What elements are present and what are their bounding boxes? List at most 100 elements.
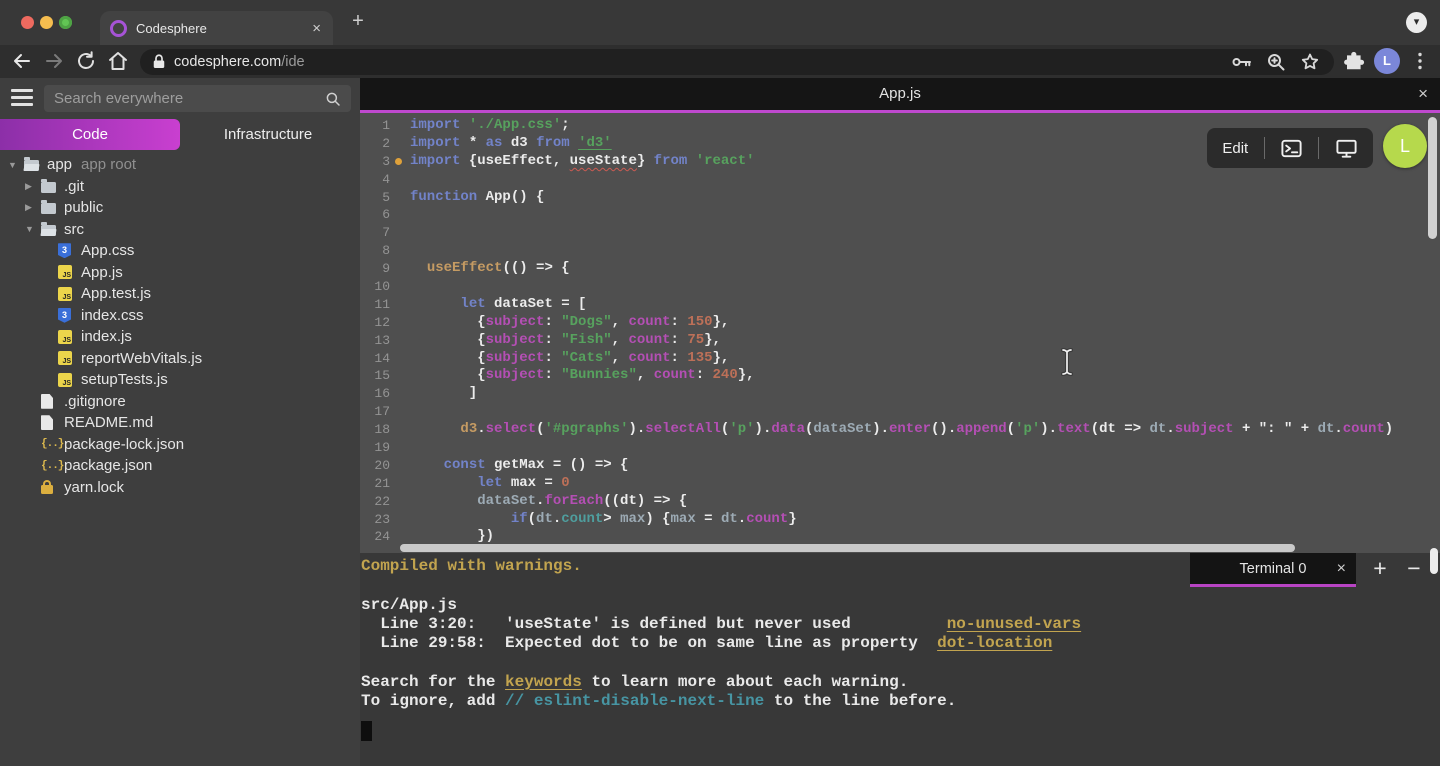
new-tab-button[interactable]: +	[346, 9, 370, 33]
home-button[interactable]	[106, 49, 130, 73]
tree-item-app-test-js[interactable]: JSApp.test.js	[0, 283, 360, 305]
terminal-link[interactable]: dot-location	[937, 634, 1052, 652]
preview-monitor-icon[interactable]	[1335, 137, 1358, 160]
code-line[interactable]: 14 {subject: "Cats", count: 135},	[360, 350, 1440, 368]
line-number: 10	[360, 278, 390, 296]
css-icon: 3	[58, 243, 75, 258]
minimize-window-icon[interactable]	[40, 16, 53, 29]
css-icon: 3	[58, 308, 75, 323]
edit-mode-button[interactable]: Edit	[1222, 140, 1248, 157]
code-line[interactable]: 9 useEffect(() => {	[360, 260, 1440, 278]
code-line[interactable]: 4	[360, 171, 1440, 189]
code-editor[interactable]: 1import './App.css';2import * as d3 from…	[360, 113, 1440, 553]
code-line[interactable]: 5function App() {	[360, 189, 1440, 207]
vertical-scrollbar[interactable]	[1428, 117, 1437, 239]
tree-item--gitignore[interactable]: .gitignore	[0, 391, 360, 413]
code-line[interactable]: 6	[360, 206, 1440, 224]
chevron-expanded-icon[interactable]: ▼	[8, 160, 24, 170]
chevron-expanded-icon[interactable]: ▼	[25, 224, 41, 234]
terminal-panel[interactable]: Compiled with warnings.src/App.js Line 3…	[360, 553, 1440, 766]
horizontal-scrollbar[interactable]	[400, 544, 1295, 552]
terminal-tab[interactable]: Terminal 0 ×	[1190, 553, 1356, 584]
terminal-line: Search for the keywords to learn more ab…	[361, 673, 1081, 692]
downloads-chevron-icon[interactable]: ▾	[1406, 12, 1427, 33]
tree-item-readme-md[interactable]: README.md	[0, 412, 360, 434]
forward-button[interactable]	[42, 49, 66, 73]
tab-code[interactable]: Code	[0, 119, 180, 150]
tree-item-index-js[interactable]: JSindex.js	[0, 326, 360, 348]
browser-menu-dots-icon[interactable]	[1408, 49, 1432, 73]
code-line[interactable]: 8	[360, 242, 1440, 260]
editor-close-icon[interactable]: ×	[1414, 78, 1432, 110]
close-window-icon[interactable]	[21, 16, 34, 29]
tab-infrastructure[interactable]: Infrastructure	[180, 119, 356, 150]
tree-item-setuptests-js[interactable]: JSsetupTests.js	[0, 369, 360, 391]
tree-item-public[interactable]: ▶public	[0, 197, 360, 219]
terminal-link[interactable]: no-unused-vars	[947, 615, 1081, 633]
lock-icon[interactable]	[150, 53, 168, 71]
code-line[interactable]: 11 let dataSet = [	[360, 296, 1440, 314]
code-text: d3.select('#pgraphs').selectAll('p').dat…	[410, 421, 1393, 439]
tree-item-app-css[interactable]: 3App.css	[0, 240, 360, 262]
browser-tab[interactable]: Codesphere ×	[100, 11, 333, 45]
user-avatar[interactable]: L	[1383, 124, 1427, 168]
terminal-link[interactable]: keywords	[505, 673, 582, 691]
code-line[interactable]: 13 {subject: "Fish", count: 75},	[360, 332, 1440, 350]
tab-close-icon[interactable]: ×	[310, 20, 323, 37]
tree-item--git[interactable]: ▶.git	[0, 176, 360, 198]
code-line[interactable]: 19	[360, 439, 1440, 457]
folder-open-icon	[24, 158, 41, 171]
code-line[interactable]: 17	[360, 403, 1440, 421]
code-line[interactable]: 21 let max = 0	[360, 475, 1440, 493]
hamburger-menu-icon[interactable]	[11, 89, 33, 107]
search-icon[interactable]	[324, 90, 342, 108]
tree-item-app-js[interactable]: JSApp.js	[0, 262, 360, 284]
chevron-collapsed-icon[interactable]: ▶	[25, 202, 41, 213]
fullscreen-window-icon[interactable]	[59, 16, 72, 29]
code-line[interactable]: 22 dataSet.forEach((dt) => {	[360, 493, 1440, 511]
code-line[interactable]: 7	[360, 224, 1440, 242]
editor-tab-appjs[interactable]: App.js	[360, 78, 1440, 110]
code-line[interactable]: 18 d3.select('#pgraphs').selectAll('p').…	[360, 421, 1440, 439]
bookmark-star-icon[interactable]	[1298, 50, 1322, 74]
tree-item-index-css[interactable]: 3index.css	[0, 305, 360, 327]
line-number: 9	[360, 260, 390, 278]
back-button[interactable]	[10, 49, 34, 73]
code-line[interactable]: 12 {subject: "Dogs", count: 150},	[360, 314, 1440, 332]
folder-open-icon	[41, 223, 58, 236]
tree-item-yarn-lock[interactable]: yarn.lock	[0, 477, 360, 499]
zoom-page-icon[interactable]	[1264, 50, 1288, 74]
chevron-collapsed-icon[interactable]: ▶	[25, 181, 41, 192]
warning-dot-icon	[395, 158, 402, 165]
code-line[interactable]: 20 const getMax = () => {	[360, 457, 1440, 475]
code-line[interactable]: 10	[360, 278, 1440, 296]
line-number: 20	[360, 457, 390, 475]
tree-item-package-json[interactable]: {..}package.json	[0, 455, 360, 477]
code-text: useEffect(() => {	[410, 260, 570, 278]
add-terminal-button[interactable]: +	[1368, 555, 1392, 582]
code-line[interactable]: 23 if(dt.count> max) {max = dt.count}	[360, 511, 1440, 529]
codesphere-favicon-icon	[110, 20, 127, 37]
extensions-puzzle-icon[interactable]	[1342, 49, 1366, 73]
tree-item-label: App.test.js	[81, 285, 151, 302]
code-lines: 1import './App.css';2import * as d3 from…	[360, 117, 1440, 546]
tree-item-package-lock-json[interactable]: {..}package-lock.json	[0, 434, 360, 456]
reload-button[interactable]	[74, 49, 98, 73]
folder-icon	[41, 180, 58, 193]
terminal-scrollbar[interactable]	[1430, 548, 1438, 574]
code-line[interactable]: 16 ]	[360, 385, 1440, 403]
search-input[interactable]	[44, 85, 351, 112]
tree-item-src[interactable]: ▼src	[0, 219, 360, 241]
tree-item-reportwebvitals-js[interactable]: JSreportWebVitals.js	[0, 348, 360, 370]
line-number: 23	[360, 511, 390, 529]
terminal-close-icon[interactable]: ×	[1337, 560, 1346, 578]
minimize-terminal-button[interactable]: −	[1402, 555, 1426, 582]
tree-item-label: README.md	[64, 414, 153, 431]
password-key-icon[interactable]	[1230, 50, 1254, 74]
tree-item-app[interactable]: ▼appapp root	[0, 154, 360, 176]
address-bar[interactable]: codesphere.com/ide	[140, 49, 1334, 75]
terminal-toggle-icon[interactable]	[1280, 137, 1303, 160]
code-line[interactable]: 15 {subject: "Bunnies", count: 240},	[360, 367, 1440, 385]
terminal-line: Line 29:58: Expected dot to be on same l…	[361, 634, 1081, 653]
browser-profile-avatar[interactable]: L	[1374, 48, 1400, 74]
